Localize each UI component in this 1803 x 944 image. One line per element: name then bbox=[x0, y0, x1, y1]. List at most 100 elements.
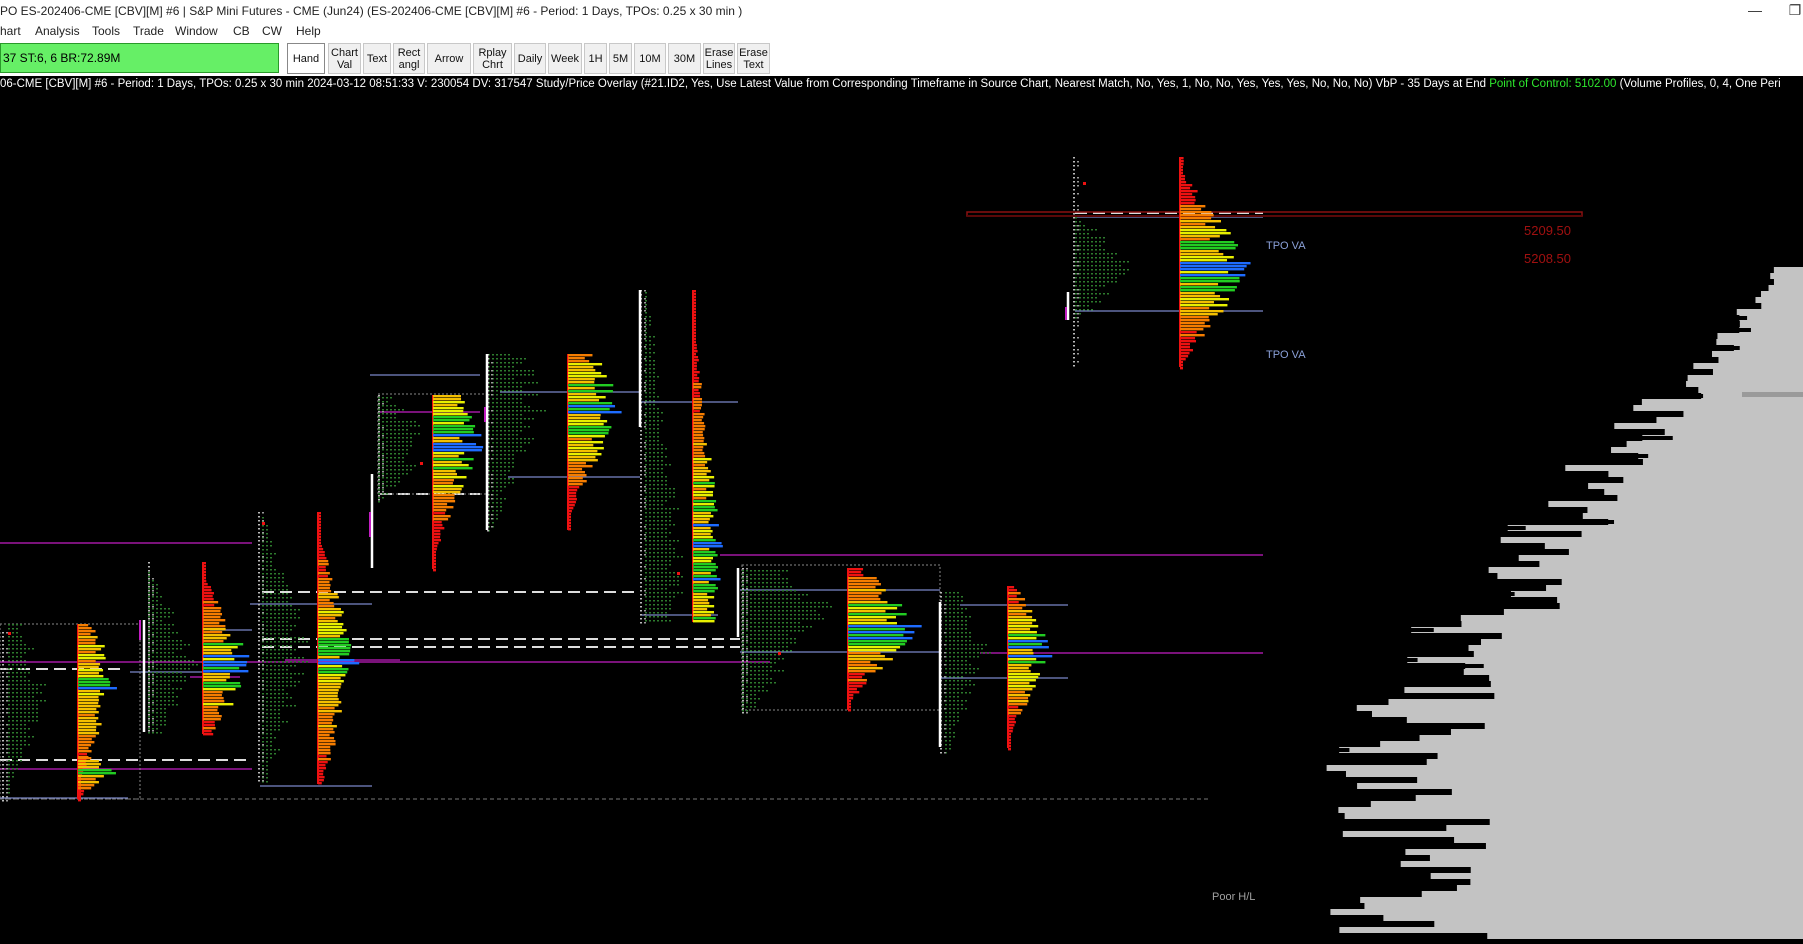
tpo-dot bbox=[508, 462, 510, 464]
tpo-dot bbox=[1087, 229, 1089, 231]
profile-bar bbox=[1180, 259, 1228, 262]
tpo-dot bbox=[645, 492, 647, 494]
volume-profile-bar bbox=[1687, 375, 1803, 381]
tpo-dot bbox=[492, 406, 494, 408]
profile-bar bbox=[693, 293, 696, 296]
menu-window[interactable]: Window bbox=[175, 24, 218, 38]
tpo-dot bbox=[148, 728, 150, 730]
toolbar-rect-angl-button[interactable]: Rect angl bbox=[393, 43, 425, 74]
tpo-dot bbox=[774, 618, 776, 620]
tpo-dot bbox=[794, 614, 796, 616]
menu-tools[interactable]: Tools bbox=[92, 24, 120, 38]
tpo-dot bbox=[152, 702, 154, 704]
tpo-dot bbox=[1107, 265, 1109, 267]
profile-bar bbox=[78, 624, 89, 627]
tpo-dot bbox=[516, 374, 518, 376]
tpo-dot bbox=[961, 692, 963, 694]
tpo-dot bbox=[148, 716, 150, 718]
tpo-dot bbox=[778, 622, 780, 624]
tpo-dot bbox=[746, 624, 748, 626]
tpo-dot bbox=[750, 674, 752, 676]
toolbar-erase-text-button[interactable]: Erase Text bbox=[737, 43, 770, 74]
minimize-icon[interactable]: — bbox=[1735, 0, 1775, 22]
tpo-dot bbox=[491, 410, 493, 412]
tpo-dot bbox=[669, 496, 671, 498]
tpo-dot bbox=[758, 638, 760, 640]
tpo-dot bbox=[262, 720, 264, 722]
tpo-dot bbox=[6, 776, 8, 778]
profile-bar bbox=[318, 713, 335, 716]
tpo-dot bbox=[774, 634, 776, 636]
tpo-dot bbox=[774, 602, 776, 604]
tpo-dot bbox=[492, 418, 494, 420]
toolbar-1h-button[interactable]: 1H bbox=[584, 43, 607, 74]
restore-icon[interactable]: ❐ bbox=[1775, 0, 1803, 22]
tpo-dot bbox=[148, 562, 150, 564]
tpo-dot bbox=[496, 402, 498, 404]
tpo-dot bbox=[32, 712, 34, 714]
tpo-dot bbox=[266, 605, 268, 607]
tpo-dot bbox=[28, 720, 30, 722]
tpo-dot bbox=[160, 640, 162, 642]
menu-chart[interactable]: hart bbox=[0, 24, 21, 38]
toolbar-arrow-button[interactable]: Arrow bbox=[427, 43, 471, 74]
tpo-dot bbox=[673, 496, 675, 498]
toolbar-rplay-chrt-button[interactable]: Rplay Chrt bbox=[473, 43, 512, 74]
toolbar-hand-button[interactable]: Hand bbox=[287, 43, 325, 74]
menu-trade[interactable]: Trade bbox=[133, 24, 164, 38]
tpo-dot bbox=[24, 668, 26, 670]
profile-bar bbox=[568, 495, 577, 498]
tpo-dot bbox=[661, 532, 663, 534]
toolbar-10m-button[interactable]: 10M bbox=[634, 43, 666, 74]
toolbar-erase-lines-button[interactable]: Erase Lines bbox=[703, 43, 735, 74]
tpo-dot bbox=[644, 590, 646, 592]
toolbar-chart-val-button[interactable]: Chart Val bbox=[328, 43, 361, 74]
tpo-dot bbox=[944, 608, 946, 610]
tpo-dot bbox=[794, 642, 796, 644]
tpo-dot bbox=[953, 652, 955, 654]
tpo-dot bbox=[1107, 269, 1109, 271]
tpo-dot bbox=[810, 606, 812, 608]
menu-cw[interactable]: CW bbox=[262, 24, 282, 38]
tpo-dot bbox=[12, 668, 14, 670]
tpo-dot bbox=[382, 465, 384, 467]
chart-area[interactable]: TPO VA TPO VA 5209.50 5208.50 Poor H/L bbox=[0, 92, 1803, 944]
menu-analysis[interactable]: Analysis bbox=[35, 24, 80, 38]
menu-cb[interactable]: CB bbox=[233, 24, 250, 38]
tpo-dot bbox=[270, 585, 272, 587]
toolbar-week-button[interactable]: Week bbox=[548, 43, 582, 74]
tpo-dot bbox=[653, 404, 655, 406]
profile-bar bbox=[78, 696, 99, 699]
toolbar-5m-button[interactable]: 5M bbox=[609, 43, 632, 74]
tpo-dot bbox=[290, 681, 292, 683]
toolbar-text-button[interactable]: Text bbox=[363, 43, 391, 74]
tpo-chart[interactable] bbox=[0, 92, 1803, 944]
tpo-dot bbox=[386, 409, 388, 411]
tpo-dot bbox=[512, 358, 514, 360]
tpo-dot bbox=[2, 748, 4, 750]
toolbar-30m-button[interactable]: 30M bbox=[668, 43, 701, 74]
tpo-dot bbox=[148, 636, 150, 638]
profile-bar bbox=[1180, 262, 1251, 265]
tpo-dot bbox=[164, 692, 166, 694]
tpo-dot bbox=[286, 669, 288, 671]
tpo-va-lower-label: TPO VA bbox=[1266, 349, 1306, 361]
tpo-dot bbox=[258, 624, 260, 626]
tpo-dot bbox=[12, 628, 14, 630]
tpo-dot bbox=[282, 721, 284, 723]
profile-bar bbox=[318, 641, 349, 644]
tpo-dot bbox=[270, 589, 272, 591]
menu-help[interactable]: Help bbox=[296, 24, 321, 38]
profile-bar bbox=[568, 492, 577, 495]
tpo-dot bbox=[644, 446, 646, 448]
profile-bar bbox=[318, 776, 325, 779]
profile-bar bbox=[693, 581, 709, 584]
tpo-dot bbox=[8, 792, 10, 794]
tpo-dot bbox=[152, 584, 154, 586]
profile-bar bbox=[433, 509, 447, 512]
toolbar-daily-button[interactable]: Daily bbox=[514, 43, 546, 74]
tpo-dot bbox=[949, 616, 951, 618]
tpo-dot bbox=[172, 656, 174, 658]
tpo-dot bbox=[1079, 313, 1081, 315]
tpo-dot bbox=[746, 580, 748, 582]
